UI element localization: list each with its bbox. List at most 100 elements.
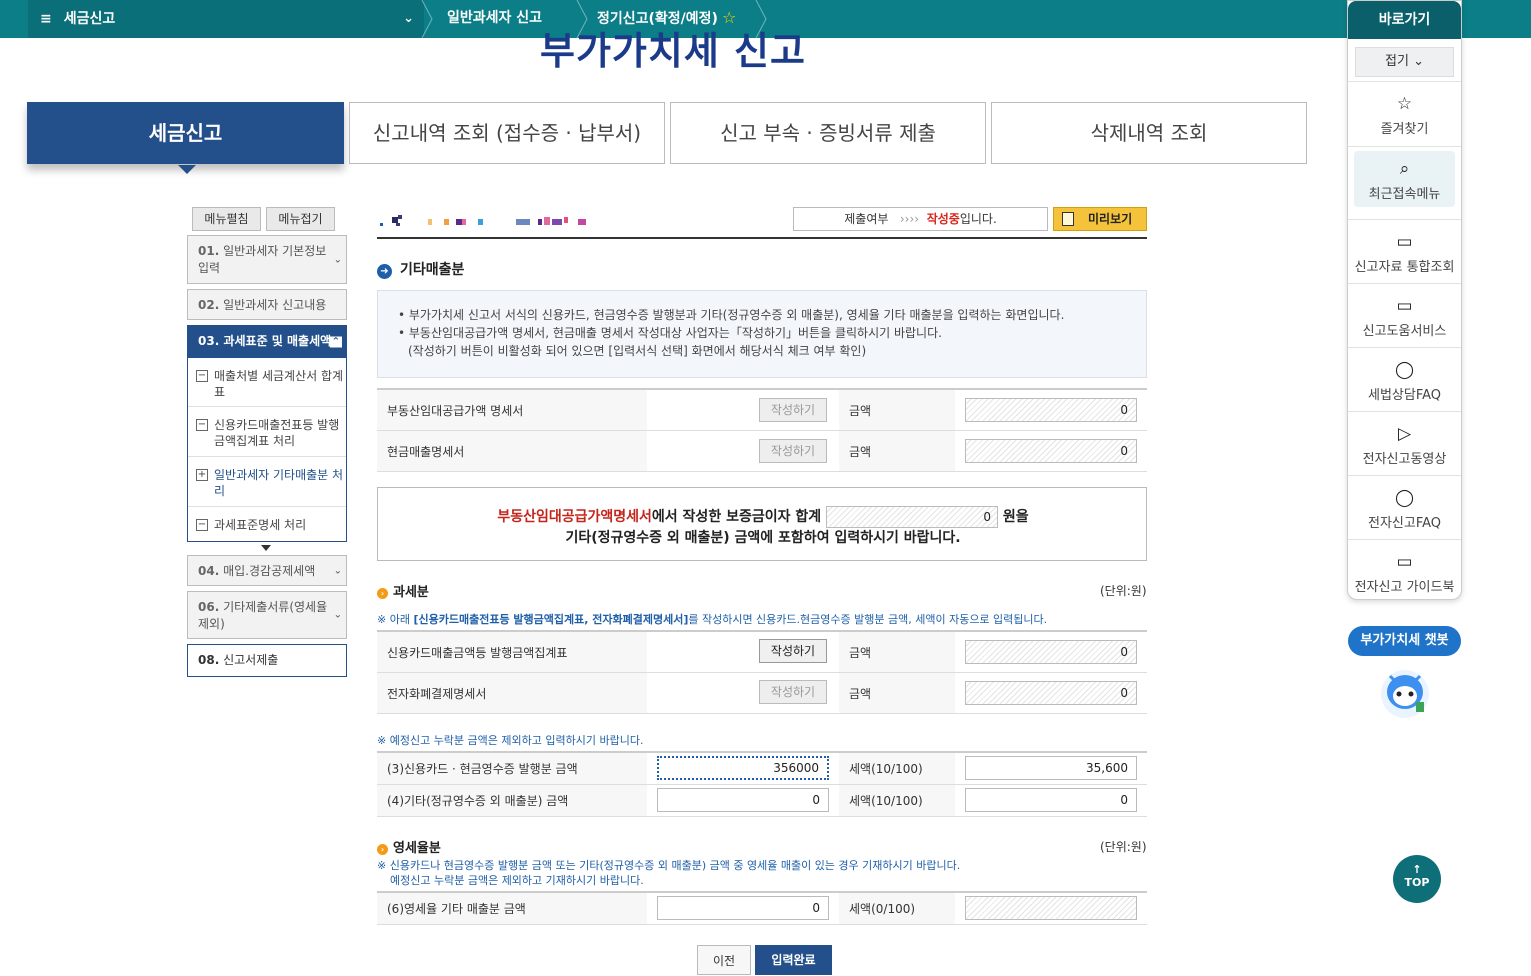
zero-rated-tax-field bbox=[965, 896, 1137, 920]
amount-label: 금액 bbox=[839, 431, 955, 471]
tab-tax-filing[interactable]: 세금신고 bbox=[27, 102, 344, 174]
quick-item-tax-faq[interactable]: ◯ 세법상담FAQ bbox=[1348, 347, 1461, 410]
submenu-other-sales[interactable]: + 일반과세자 기타매출분 처리 bbox=[188, 467, 346, 499]
chevron-up-icon: ⌃ bbox=[329, 336, 342, 347]
arrow-up-icon: ↑ bbox=[1412, 863, 1422, 876]
quick-item-favorites[interactable]: ☆ 즐겨찾기 bbox=[1348, 81, 1461, 144]
taxable-note: ※ 아래 [신용카드매출전표등 발행금액집계표, 전자화폐결제명세서]를 작성하… bbox=[377, 613, 1048, 626]
table-row: 현금매출명세서 작성하기 금액 0 bbox=[377, 431, 1147, 472]
blurred-taxpayer-info bbox=[380, 215, 586, 226]
submenu-tax-base-details[interactable]: − 과세표준명세 처리 bbox=[188, 517, 346, 533]
search-doc-icon: ⌕ bbox=[1399, 159, 1410, 179]
submenu-sales-invoice-summary[interactable]: − 매출처별 세금계산서 합계표 bbox=[188, 368, 346, 400]
row-label: 전자화폐결제명세서 bbox=[377, 673, 647, 713]
table-row: 부동산임대공급가액 명세서 작성하기 금액 0 bbox=[377, 390, 1147, 431]
page-title: 부가가치세 신고 bbox=[540, 29, 806, 72]
amount-label: 금액 bbox=[839, 632, 955, 672]
unit-label: (단위:원) bbox=[1100, 840, 1147, 854]
chatbot-mascot-icon[interactable] bbox=[1378, 664, 1432, 720]
header-divider bbox=[377, 237, 1147, 239]
quick-item-video[interactable]: ▷ 전자신고동영상 bbox=[1348, 411, 1461, 474]
amount-label: 금액 bbox=[839, 390, 955, 430]
active-tab-arrow bbox=[178, 165, 196, 174]
zero-rated-note-2: 예정신고 누락분 금액은 제외하고 기재하시기 바랍니다. bbox=[390, 874, 644, 887]
vat-chatbot-button[interactable]: 부가가치세 챗봇 bbox=[1348, 626, 1461, 656]
chat-icon: ◯ bbox=[1394, 488, 1415, 508]
sidebar-item-basic-info[interactable]: 01. 일반과세자 기본정보입력 ⌄ bbox=[187, 235, 347, 284]
preview-button[interactable]: 미리보기 bbox=[1053, 207, 1147, 231]
cash-sales-amount-field: 0 bbox=[965, 439, 1137, 463]
row-label: (6)영세율 기타 매출분 금액 bbox=[377, 893, 647, 924]
sidebar-item-filing-content[interactable]: 02. 일반과세자 신고내용 bbox=[187, 289, 347, 320]
quick-item-help-service[interactable]: ▭ 신고도움서비스 bbox=[1348, 283, 1461, 346]
scroll-top-button[interactable]: ↑ TOP bbox=[1393, 855, 1441, 903]
menu-expand-button[interactable]: 메뉴펼침 bbox=[192, 207, 261, 231]
quick-links-panel: 바로가기 접기 ⌄ ☆ 즐겨찾기 ⌕ 최근접속메뉴 ▭ 신고자료 통합조회 ▭ 신고도움… bbox=[1347, 0, 1462, 600]
arrow-right-icon: › bbox=[377, 844, 388, 855]
info-line: (작성하기 버튼이 비활성화 되어 있으면 [입력서식 선택] 화면에서 해당서… bbox=[408, 344, 867, 358]
section-taxable-heading: › 과세분 bbox=[377, 581, 429, 600]
down-arrow-icon bbox=[261, 545, 271, 551]
credit-card-summary-amount-field: 0 bbox=[965, 640, 1137, 664]
amount-label: 금액 bbox=[839, 673, 955, 713]
write-rental-statement-button[interactable]: 작성하기 bbox=[759, 398, 827, 422]
info-box: • 부가가치세 신고서 서식의 신용카드, 현금영수증 발행분과 기타(정규영수… bbox=[377, 290, 1147, 378]
zero-rated-note: ※ 신용카드나 현금영수증 발행분 금액 또는 기타(정규영수증 외 매출분) … bbox=[377, 859, 961, 872]
quick-item-e-filing-faq[interactable]: ◯ 전자신고FAQ bbox=[1348, 475, 1461, 538]
credit-card-tax-field[interactable]: 35,600 bbox=[965, 756, 1137, 780]
sidebar-item-tax-base[interactable]: 03. 과세표준 및 매출세액 ⌃ bbox=[187, 325, 347, 358]
sidebar-item-other-documents[interactable]: 06. 기타제출서류(영세율제외) ⌄ bbox=[187, 591, 347, 639]
unit-label: (단위:원) bbox=[1100, 584, 1147, 598]
quick-item-recent-menu[interactable]: ⌕ 최근접속메뉴 bbox=[1348, 146, 1461, 209]
section-zero-rated-heading: › 영세율분 bbox=[377, 837, 441, 856]
row-label: 부동산임대공급가액 명세서 bbox=[377, 390, 647, 430]
write-credit-card-summary-button[interactable]: 작성하기 bbox=[759, 639, 827, 663]
quick-fold-button[interactable]: 접기 ⌄ bbox=[1355, 47, 1454, 77]
submenu-credit-card-summary[interactable]: − 신용카드매출전표등 발행금액집계표 처리 bbox=[188, 417, 346, 449]
book-icon: ▭ bbox=[1396, 296, 1413, 316]
sidebar-item-submit[interactable]: 08. 신고서제출 bbox=[187, 644, 347, 677]
quick-item-guidebook[interactable]: ▭ 전자신고 가이드북 bbox=[1348, 539, 1461, 602]
quick-item-data-inquiry[interactable]: ▭ 신고자료 통합조회 bbox=[1348, 219, 1461, 282]
chevron-down-icon: ⌄ bbox=[1413, 54, 1424, 69]
credit-card-amount-input[interactable]: 356000 bbox=[657, 756, 829, 780]
chat-icon: ◯ bbox=[1394, 360, 1415, 380]
submission-status: 제출여부 ›››› 작성중입니다. bbox=[793, 207, 1048, 231]
minus-icon: − bbox=[196, 370, 208, 382]
previous-button[interactable]: 이전 bbox=[697, 945, 751, 975]
deposit-interest-field: 0 bbox=[825, 506, 998, 528]
breadcrumb-general-taxpayer[interactable]: 일반과세자 신고 bbox=[447, 0, 542, 38]
tax-menu-dropdown[interactable]: ≡ 세금신고 ⌄ bbox=[28, 0, 424, 38]
chevron-down-icon: ⌄ bbox=[403, 11, 414, 26]
star-icon[interactable]: ☆ bbox=[722, 8, 736, 27]
input-complete-button[interactable]: 입력완료 bbox=[755, 945, 832, 975]
divider bbox=[188, 456, 346, 457]
minus-icon: − bbox=[196, 419, 208, 431]
write-cash-sales-button[interactable]: 작성하기 bbox=[759, 439, 827, 463]
minus-icon: − bbox=[196, 519, 208, 531]
tax-label: 세액(0/100) bbox=[839, 893, 955, 924]
zero-rated-amount-input[interactable]: 0 bbox=[657, 896, 829, 920]
row-label: (4)기타(정규영수증 외 매출분) 금액 bbox=[377, 785, 647, 816]
write-e-money-statement-button[interactable]: 작성하기 bbox=[759, 680, 827, 704]
sidebar-item-purchase-deduction[interactable]: 04. 매입.경감공제세액 ⌄ bbox=[187, 555, 347, 586]
tax-label: 세액(10/100) bbox=[839, 785, 955, 816]
chevron-down-icon: ⌄ bbox=[333, 565, 342, 576]
sidebar-submenu: − 매출처별 세금계산서 합계표 − 신용카드매출전표등 발행금액집계표 처리 + 일… bbox=[187, 358, 347, 542]
tab-attachments[interactable]: 신고 부속 · 증빙서류 제출 bbox=[670, 102, 986, 164]
play-icon: ▷ bbox=[1397, 424, 1412, 444]
info-line: • 부동산임대공급가액 명세서, 현금매출 명세서 작성대상 사업자는「작성하기… bbox=[398, 326, 942, 340]
rental-amount-field: 0 bbox=[965, 398, 1137, 422]
table-row: 전자화폐결제명세서 작성하기 금액 0 bbox=[377, 673, 1147, 714]
late-filing-note: ※ 예정신고 누락분 금액은 제외하고 입력하시기 바랍니다. bbox=[377, 734, 644, 747]
other-sales-amount-input[interactable]: 0 bbox=[657, 788, 829, 812]
document-icon bbox=[1062, 212, 1074, 226]
tab-filing-history[interactable]: 신고내역 조회 (접수증 · 납부서) bbox=[349, 102, 665, 164]
other-sales-tax-field[interactable]: 0 bbox=[965, 788, 1137, 812]
divider bbox=[188, 406, 346, 407]
table-row: (4)기타(정규영수증 외 매출분) 금액 0 세액(10/100) 0 bbox=[377, 785, 1147, 817]
tab-deleted-history[interactable]: 삭제내역 조회 bbox=[991, 102, 1307, 164]
star-icon: ☆ bbox=[1396, 94, 1413, 114]
menu-collapse-button[interactable]: 메뉴접기 bbox=[266, 207, 335, 231]
book-icon: ▭ bbox=[1396, 232, 1413, 252]
